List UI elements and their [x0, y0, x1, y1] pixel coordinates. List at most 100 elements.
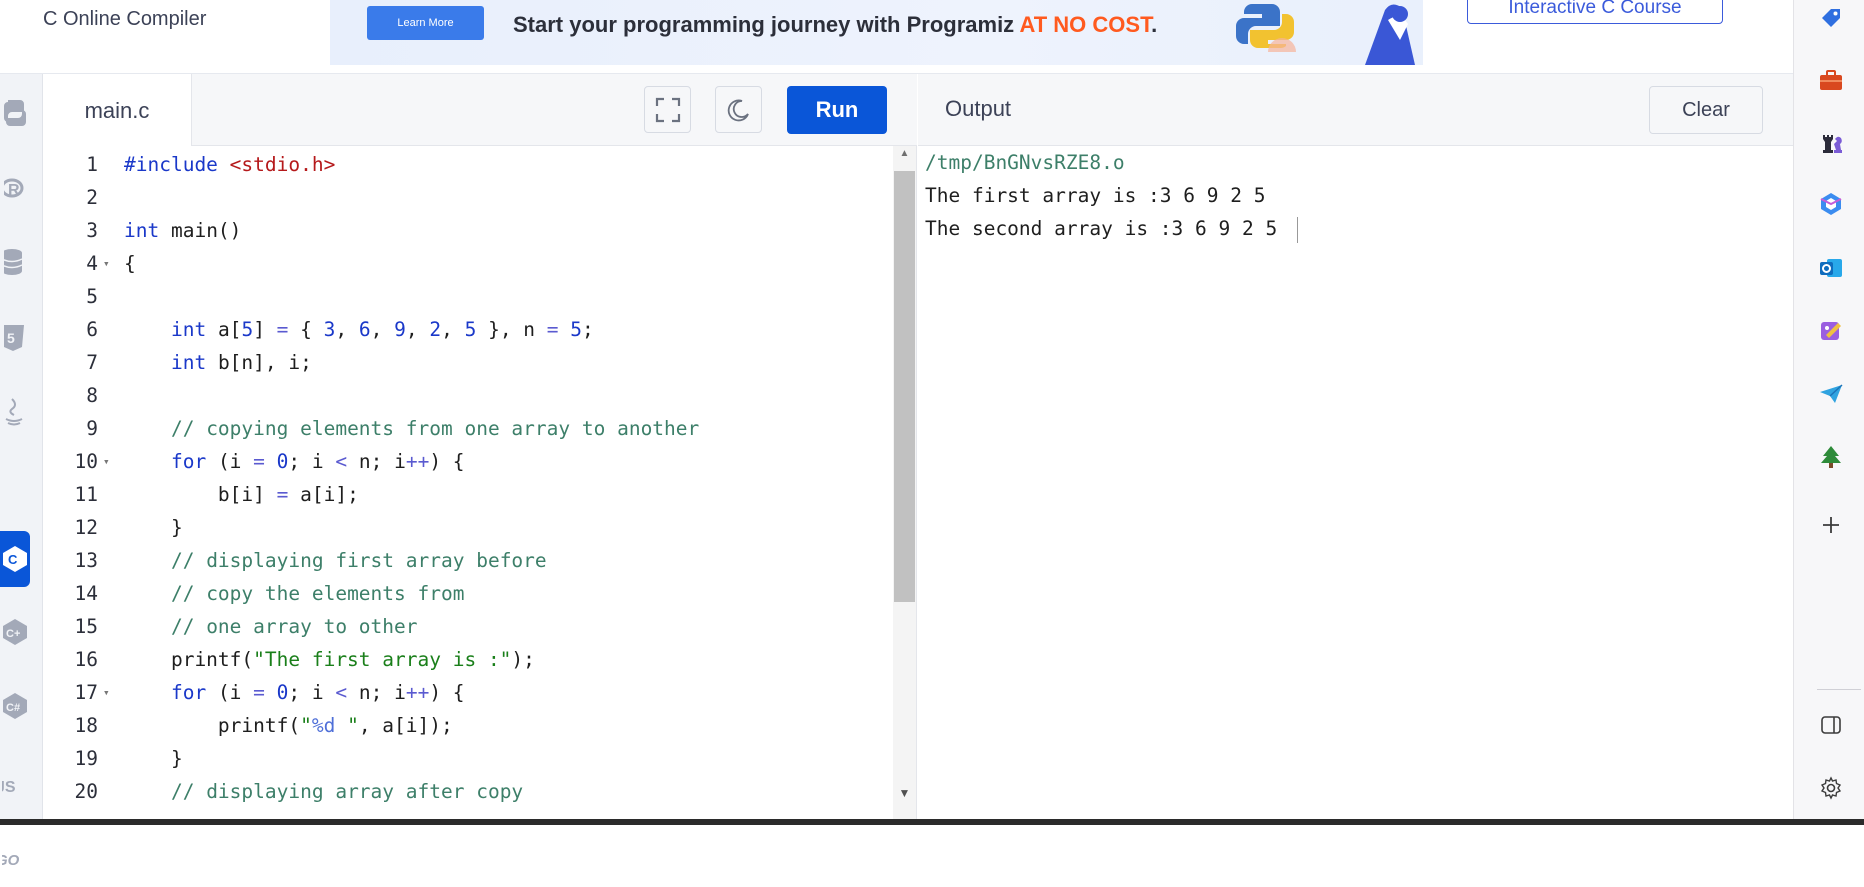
window-bottom-edge: [0, 819, 1864, 825]
scroll-up-arrow-icon[interactable]: ▲: [894, 148, 915, 162]
java-icon[interactable]: [0, 384, 30, 440]
code-line[interactable]: 6 int a[5] = { 3, 6, 9, 2, 5 }, n = 5;: [43, 313, 893, 346]
code-token: ": [335, 714, 359, 737]
code-token: b[i]: [124, 483, 277, 506]
code-line[interactable]: 18 printf("%d ", a[i]);: [43, 709, 893, 742]
line-number: 4: [86, 252, 98, 275]
learn-more-button[interactable]: Learn More: [367, 6, 484, 40]
sql-icon[interactable]: [0, 234, 30, 290]
code-line[interactable]: 7 int b[n], i;: [43, 346, 893, 379]
cpp-icon[interactable]: C+: [0, 604, 30, 660]
code-line[interactable]: 12 }: [43, 511, 893, 544]
code-line[interactable]: 11 b[i] = a[i];: [43, 478, 893, 511]
csharp-icon[interactable]: C#: [0, 678, 30, 734]
scroll-down-arrow-icon[interactable]: ▼: [894, 786, 915, 800]
code-token: ": [300, 714, 312, 737]
code-token: {: [288, 318, 324, 341]
tag-icon[interactable]: [1816, 3, 1846, 33]
fold-arrow-icon[interactable]: ▾: [103, 676, 110, 709]
code-text: }: [124, 511, 183, 544]
code-text: int main(): [124, 214, 241, 247]
line-number: 5: [86, 285, 98, 308]
file-tab[interactable]: main.c: [43, 74, 192, 147]
code-token: ; i: [288, 450, 336, 473]
code-line[interactable]: 3 int main(): [43, 214, 893, 247]
code-token: 5: [241, 318, 254, 341]
output-console[interactable]: /tmp/BnGNvsRZE8.o The first array is :3 …: [918, 146, 1793, 825]
code-line[interactable]: 5: [43, 280, 893, 313]
line-number: 15: [74, 615, 98, 638]
code-line[interactable]: 4 ▾ {: [43, 247, 893, 280]
code-line[interactable]: 20 // displaying array after copy: [43, 775, 893, 808]
code-token: n; i: [347, 450, 406, 473]
code-token: 3: [323, 318, 336, 341]
code-token: ,: [405, 318, 430, 341]
code-token: }: [124, 747, 183, 770]
output-title: Output: [945, 96, 1012, 121]
code-token: // copy the elements from: [170, 582, 465, 605]
python-logo-icon: [1236, 4, 1296, 52]
code-token: // displaying array after copy: [170, 780, 524, 803]
code-editor[interactable]: ▲ ▼ 1 #include <stdio.h> 2 3 int main() 4 ▾{5 6…: [43, 146, 917, 825]
run-button[interactable]: Run: [787, 86, 887, 134]
code-token: ++: [405, 681, 430, 704]
settings-icon[interactable]: [1816, 773, 1846, 803]
python-icon[interactable]: [0, 85, 30, 141]
code-token: 0: [276, 450, 289, 473]
r-icon[interactable]: R: [0, 161, 30, 217]
code-line[interactable]: 2: [43, 181, 893, 214]
fullscreen-button[interactable]: [644, 86, 691, 133]
code-token: =: [276, 483, 289, 506]
promo-banner[interactable]: Learn More Start your programming journe…: [330, 0, 1423, 65]
html-icon[interactable]: 5: [0, 310, 30, 366]
code-token: printf(: [124, 714, 301, 737]
code-token: #include: [124, 153, 230, 176]
code-line[interactable]: 17 ▾ for (i = 0; i < n; i++) {: [43, 676, 893, 709]
briefcase-icon[interactable]: [1816, 65, 1846, 95]
c-icon[interactable]: C: [0, 531, 30, 587]
line-number: 12: [74, 516, 98, 539]
code-token: n; i: [347, 681, 406, 704]
code-token: ;: [582, 318, 594, 341]
line-number: 11: [74, 483, 98, 506]
line-number: 14: [74, 582, 98, 605]
go-icon[interactable]: GO: [0, 831, 30, 887]
code-line[interactable]: 14 // copy the elements from: [43, 577, 893, 610]
fold-arrow-icon[interactable]: ▾: [103, 445, 110, 478]
fold-arrow-icon[interactable]: ▾: [103, 247, 110, 280]
code-line[interactable]: 8: [43, 379, 893, 412]
code-token: ,: [441, 318, 465, 341]
code-line[interactable]: 16 printf("The first array is :");: [43, 643, 893, 676]
dark-mode-button[interactable]: [715, 86, 762, 133]
designer-icon[interactable]: [1816, 316, 1846, 346]
expand-icon: [655, 97, 680, 122]
code-text: // displaying array after copy: [124, 775, 523, 808]
chess-icon[interactable]: [1816, 127, 1846, 157]
code-line[interactable]: 9 // copying elements from one array to …: [43, 412, 893, 445]
code-line[interactable]: 10 ▾ for (i = 0; i < n; i++) {: [43, 445, 893, 478]
js-icon[interactable]: JS: [0, 758, 30, 814]
output-toolbar: Output Clear: [918, 74, 1793, 146]
tree-icon[interactable]: [1816, 442, 1846, 472]
code-text: // copying elements from one array to an…: [124, 412, 699, 445]
code-line[interactable]: 19 }: [43, 742, 893, 775]
copilot-icon[interactable]: [1816, 189, 1846, 219]
send-icon[interactable]: [1816, 379, 1846, 409]
sidebar-divider: [1817, 689, 1861, 690]
editor-scroll-thumb[interactable]: [894, 171, 915, 602]
plus-icon[interactable]: [1816, 510, 1846, 540]
code-line[interactable]: 1 #include <stdio.h>: [43, 148, 893, 181]
code-line[interactable]: 13 // displaying first array before: [43, 544, 893, 577]
clear-button[interactable]: Clear: [1649, 86, 1763, 134]
code-token: a[: [206, 318, 242, 341]
code-line[interactable]: 15 // one array to other: [43, 610, 893, 643]
interactive-course-button[interactable]: Interactive C Course: [1467, 0, 1723, 24]
svg-text:C#: C#: [6, 702, 20, 714]
code-token: for: [170, 450, 207, 473]
sidebar-toggle-icon[interactable]: [1816, 710, 1846, 740]
outlook-icon[interactable]: [1816, 253, 1846, 283]
